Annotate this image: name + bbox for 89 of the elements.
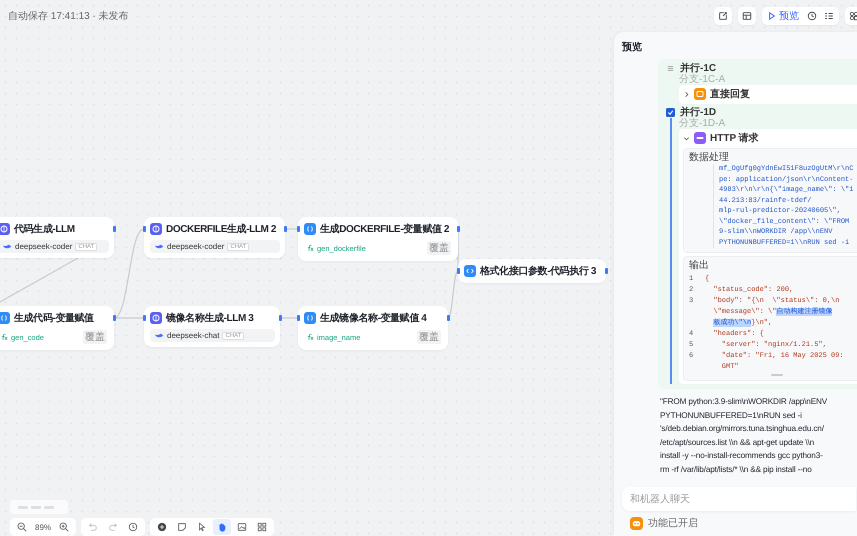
answer-line: install -y --no-install-recommends gcc python3- [660, 450, 824, 462]
clock-icon [807, 11, 817, 21]
step-label: HTTP 请求 [710, 132, 759, 145]
note-icon [177, 522, 188, 532]
branch-sublabel: 分支-1D-A [679, 118, 726, 129]
preview-button[interactable]: 预览 [765, 9, 802, 23]
model-name: deepseek-chat [167, 331, 220, 340]
step-card[interactable]: 直接回复 [679, 85, 857, 104]
node-title: 生成DOCKERFILE-变量赋值 2 [320, 222, 450, 236]
function-icon [306, 333, 314, 341]
layout-icon [257, 522, 268, 532]
chat-icon [694, 88, 706, 100]
branch-label: 并行-1D [680, 107, 716, 118]
connector-line [280, 317, 298, 319]
feature-status: 功能已开启 [648, 516, 698, 530]
node-title: 生成代码-变量赋值 [14, 311, 94, 325]
node-handle[interactable] [456, 226, 460, 232]
block-label: 数据处理 [689, 152, 730, 164]
play-icon [768, 12, 776, 20]
chevron-down-icon[interactable] [683, 134, 690, 142]
node-handle[interactable] [142, 315, 146, 321]
undo-icon [88, 522, 98, 532]
whale-icon [154, 332, 164, 339]
model-name: deepseek-coder [167, 242, 224, 251]
mode-tag: 覆盖 [417, 330, 441, 344]
chevron-right-icon[interactable] [683, 90, 690, 98]
node-title: 镜像名称生成-LLM 3 [166, 312, 254, 325]
node-handle[interactable] [284, 226, 286, 232]
answer-line: rm -rf /var/lib/apt/lists/* \\n && pip install --no [660, 464, 813, 476]
resize-handle[interactable] [770, 374, 782, 376]
brackets-icon [304, 312, 316, 324]
robot-icon [630, 516, 643, 530]
node-handle[interactable] [296, 226, 300, 232]
drag-icon[interactable] [666, 64, 675, 73]
node-title: 格式化接口参数-代码执行 3 [480, 264, 596, 278]
branch-sublabel: 分支-1C-A [679, 74, 726, 85]
node-title: 代码生成-LLM [14, 222, 75, 236]
redo-icon [108, 522, 118, 532]
share-button[interactable] [714, 7, 732, 25]
apps-icon [849, 11, 857, 21]
mode-tag: 覆盖 [83, 330, 107, 344]
branch-label: 并行-1C [680, 63, 716, 74]
whale-icon [2, 243, 12, 250]
step-card[interactable] [679, 129, 857, 384]
history-icon [128, 522, 138, 532]
node-handle[interactable] [142, 226, 146, 232]
answer-line: 's/deb.debian.org/mirrors.tuna.tsinghua.edu.cn/ [660, 423, 825, 435]
node-handle[interactable] [112, 315, 116, 321]
layout-button[interactable] [738, 7, 756, 25]
http-icon [694, 132, 706, 144]
node-handle[interactable] [278, 315, 282, 321]
mode-tag: 覆盖 [427, 241, 452, 255]
node-handle[interactable] [296, 315, 300, 321]
zoom-level: 89% [34, 522, 52, 532]
list-icon [824, 11, 834, 21]
code-icon [464, 265, 476, 277]
external-link-icon [718, 11, 728, 21]
tool-button[interactable] [213, 519, 232, 535]
model-name: deepseek-coder [15, 242, 72, 251]
answer-line: /etc/apt/sources.list \\n && apt-get update \\n [660, 436, 816, 449]
history-button[interactable] [805, 11, 819, 21]
function-icon [0, 333, 8, 341]
node-handle[interactable] [446, 315, 450, 321]
brackets-icon [304, 223, 316, 235]
image-icon [237, 522, 248, 532]
zoom-in-icon [59, 522, 70, 532]
pointer-icon [197, 522, 208, 532]
hand-icon [217, 522, 228, 532]
function-icon [306, 244, 314, 252]
zoom-out-icon [17, 522, 27, 532]
step-label: 直接回复 [710, 88, 750, 101]
node-title: DOCKERFILE生成-LLM 2 [166, 222, 276, 236]
window-icon [742, 11, 752, 21]
chat-input[interactable]: 和机器人聊天 [622, 487, 856, 511]
whale-icon [154, 243, 164, 250]
save-status: 自动保存 17:41:13 · 未发布 [8, 10, 129, 23]
checkbox-icon[interactable] [666, 108, 675, 117]
answer-line: PYTHONUNBUFFERED=1\nRUN sed -i [660, 410, 803, 422]
node-title: 生成镜像名称-变量赋值 4 [320, 311, 426, 325]
connector-line [285, 228, 298, 230]
brackets-icon [0, 312, 10, 324]
add-icon [157, 522, 168, 532]
node-handle[interactable] [112, 226, 116, 232]
block-label: 输出 [689, 260, 710, 272]
node-handle[interactable] [456, 268, 460, 274]
node-card[interactable]: 格式化接口参数-代码执行 3 [458, 259, 606, 283]
answer-line: "FROM python:3.9-slim\nWORKDIR /app\nENV [660, 396, 828, 408]
panel-title: 预览 [620, 40, 643, 55]
node-handle[interactable] [604, 268, 608, 274]
